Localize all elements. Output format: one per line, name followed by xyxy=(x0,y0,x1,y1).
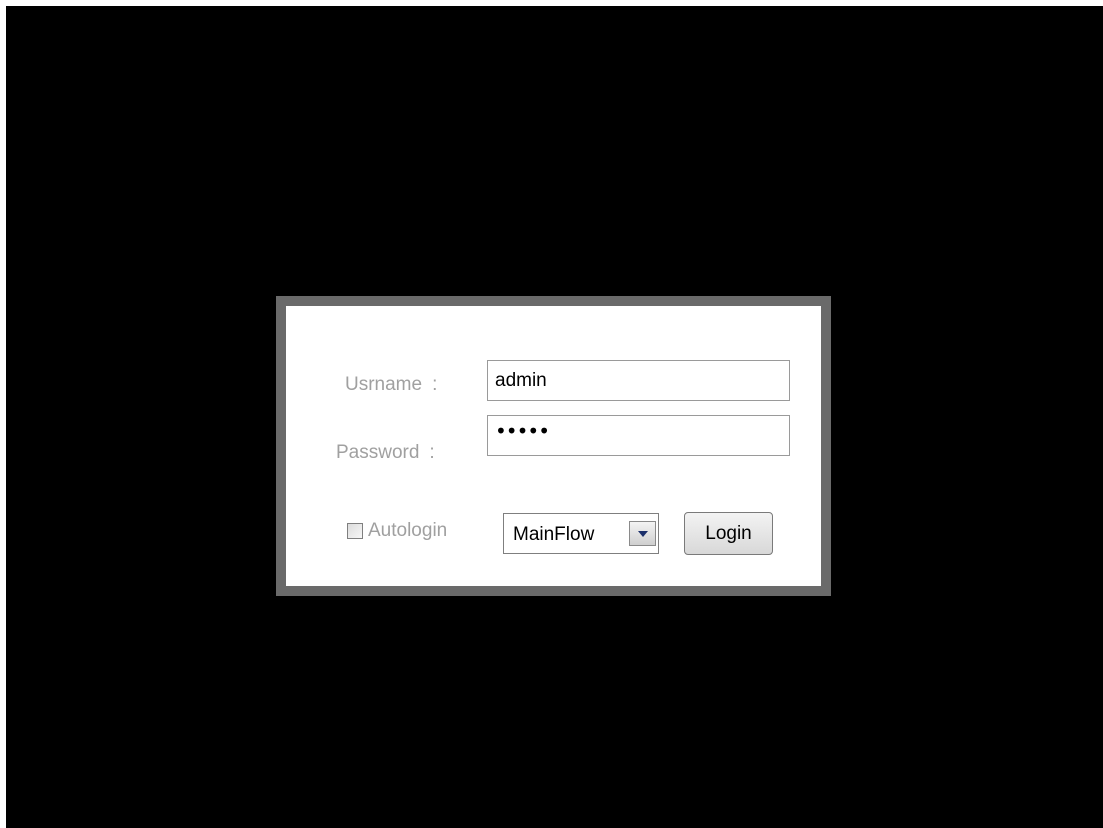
login-panel: Usrname: admin Password: ••••• Autologin… xyxy=(286,306,821,586)
chevron-down-icon[interactable] xyxy=(629,521,656,546)
autologin-option[interactable]: Autologin xyxy=(347,520,447,542)
flow-select-value: MainFlow xyxy=(513,524,595,545)
username-label-text: Usrname xyxy=(345,374,423,395)
login-dialog-frame: Usrname: admin Password: ••••• Autologin… xyxy=(276,296,831,596)
username-label: Usrname: xyxy=(345,374,437,396)
password-masked-value: ••••• xyxy=(495,419,550,443)
username-input[interactable]: admin xyxy=(487,360,790,401)
password-input[interactable]: ••••• xyxy=(487,415,790,456)
password-label-colon: : xyxy=(429,442,435,463)
password-label-text: Password xyxy=(336,442,420,463)
password-label: Password: xyxy=(336,442,435,464)
username-label-colon: : xyxy=(432,374,438,395)
screen-background: Usrname: admin Password: ••••• Autologin… xyxy=(6,6,1103,828)
autologin-label: Autologin xyxy=(368,520,448,541)
login-button[interactable]: Login xyxy=(684,512,773,555)
username-value: admin xyxy=(495,370,547,391)
flow-select[interactable]: MainFlow xyxy=(503,513,659,554)
autologin-checkbox[interactable] xyxy=(347,523,363,539)
